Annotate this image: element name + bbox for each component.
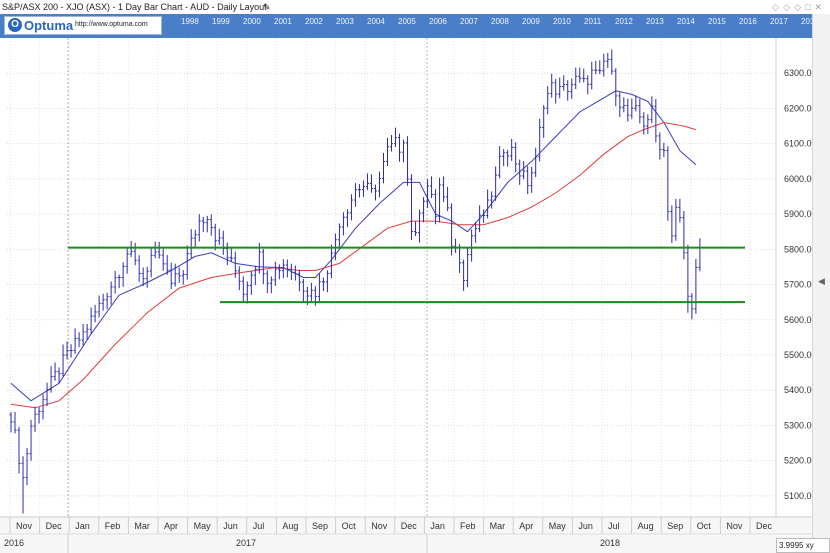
x-month-label: Sep [312,521,328,531]
price-chart[interactable]: 5100.0005200.0005300.0005400.0005500.000… [0,0,830,553]
x-month-label: Mar [490,521,506,531]
x-year-label: 2016 [4,538,24,548]
x-year-label: 2018 [600,538,620,548]
x-month-label: Jul [608,521,620,531]
x-month-label: Oct [697,521,712,531]
x-month-label: May [194,521,212,531]
x-month-label: Apr [519,521,533,531]
x-month-label: Nov [371,521,388,531]
x-month-label: Aug [282,521,298,531]
x-month-label: Jun [223,521,238,531]
x-month-label: Jan [75,521,90,531]
x-month-label: Nov [726,521,743,531]
x-month-label: Feb [105,521,121,531]
x-month-label: Jun [578,521,593,531]
x-month-label: Jul [253,521,265,531]
x-month-label: Apr [164,521,178,531]
x-month-label: May [549,521,567,531]
x-month-label: Dec [756,521,773,531]
x-month-label: Mar [134,521,150,531]
x-month-label: Oct [342,521,357,531]
xy-readout[interactable]: 3.9995 xy [776,538,830,553]
x-month-label: Feb [460,521,476,531]
x-month-label: Dec [46,521,63,531]
vertical-scrollbar[interactable]: ◀ [812,14,830,539]
x-month-label: Jan [430,521,445,531]
x-month-label: Dec [401,521,418,531]
x-month-label: Sep [667,521,683,531]
x-month-label: Aug [638,521,654,531]
x-month-label: Nov [16,521,33,531]
scroll-left-arrow-icon[interactable]: ◀ [818,276,825,287]
x-year-label: 2017 [236,538,256,548]
